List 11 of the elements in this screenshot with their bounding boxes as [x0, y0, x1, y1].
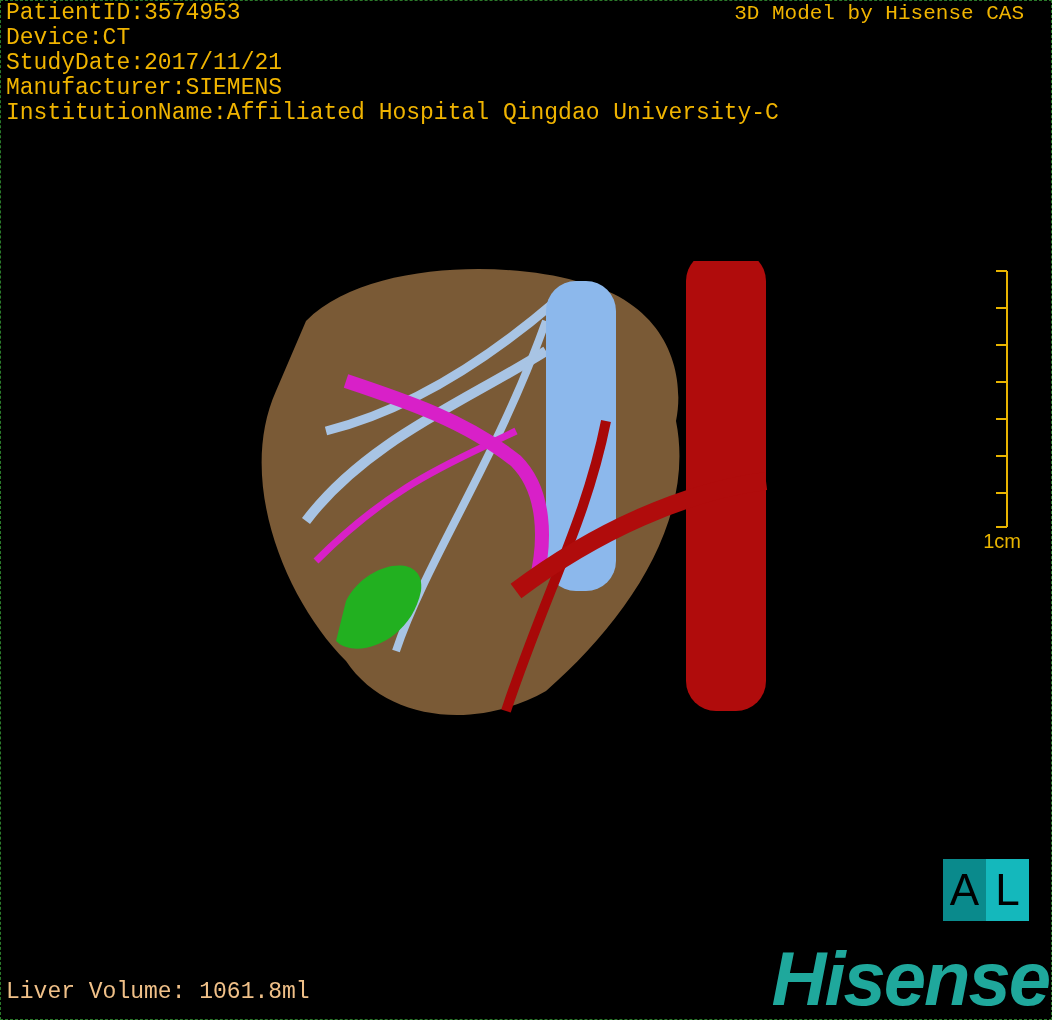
orientation-letter: A — [943, 859, 986, 921]
volume-text: Liver Volume: 1061.8ml — [5, 979, 310, 1007]
info-text: Manufacturer:SIEMENS — [6, 76, 283, 101]
orientation-letter: L — [986, 859, 1029, 921]
info-text: Device:CT — [6, 26, 131, 51]
info-text: PatientID:3574953 — [6, 1, 241, 26]
info-text: StudyDate:2017/11/21 — [6, 51, 283, 76]
brand-logo: Hisense — [771, 939, 1050, 1019]
title-text: 3D Model by Hisense CAS — [734, 1, 1025, 26]
info-text: InstitutionName:Affiliated Hospital Qingdao University-C — [6, 101, 779, 126]
scale-label: 1cm — [983, 529, 1021, 553]
